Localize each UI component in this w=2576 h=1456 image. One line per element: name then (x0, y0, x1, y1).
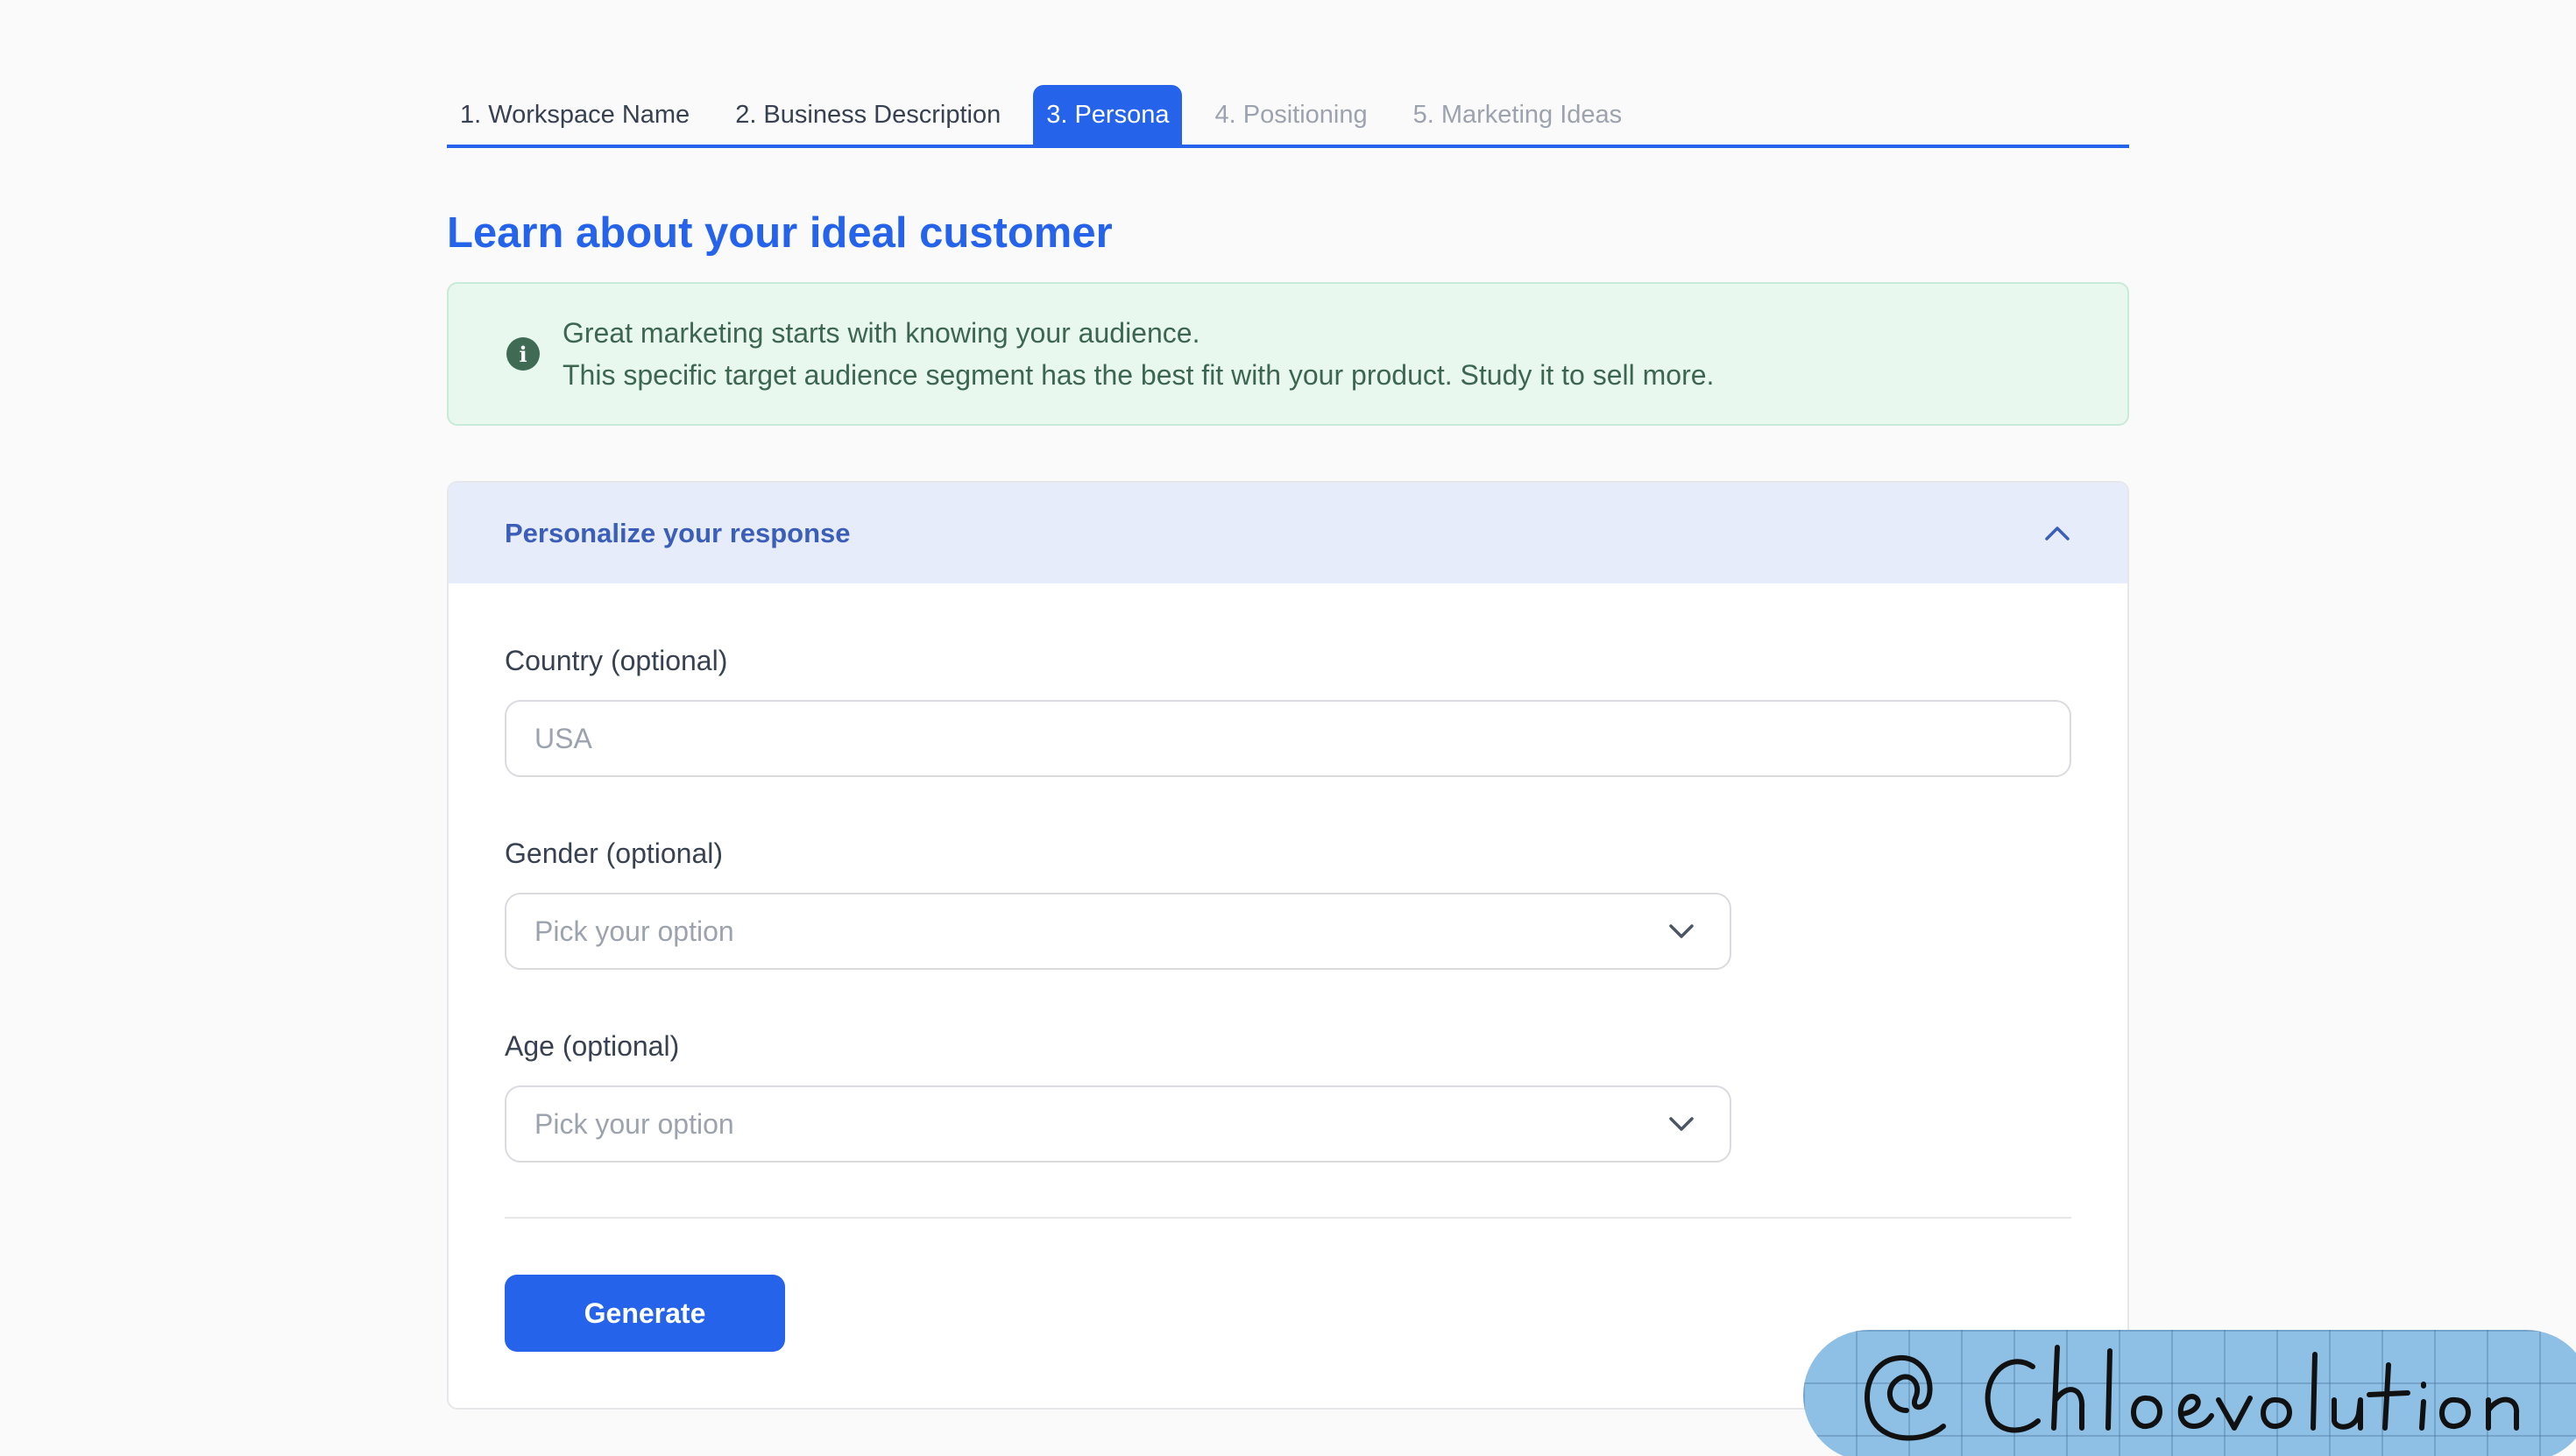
watermark-signature (1803, 1330, 2576, 1456)
chevron-down-icon (1667, 1109, 1696, 1139)
chevron-down-icon (1667, 916, 1696, 946)
personalize-panel: Personalize your response Country (optio… (447, 481, 2129, 1410)
personalize-header[interactable]: Personalize your response (449, 483, 2127, 583)
info-icon: i (506, 337, 540, 371)
tab-persona[interactable]: 3. Persona (1033, 85, 1183, 145)
age-selected-value: Pick your option (534, 1107, 734, 1140)
info-line-1: Great marketing starts with knowing your… (563, 317, 1200, 349)
stepper-tabs: 1. Workspace Name 2. Business Descriptio… (447, 85, 2129, 148)
divider (505, 1217, 2071, 1219)
age-select[interactable]: Pick your option (505, 1085, 1731, 1163)
info-line-2: This specific target audience segment ha… (563, 359, 1715, 391)
country-input[interactable]: USA (505, 700, 2071, 777)
personalize-title: Personalize your response (505, 517, 851, 548)
info-text: Great marketing starts with knowing your… (563, 312, 1714, 396)
gender-label: Gender (optional) (505, 838, 724, 869)
gender-selected-value: Pick your option (534, 915, 734, 947)
age-label: Age (optional) (505, 1030, 680, 1062)
tab-workspace-name[interactable]: 1. Workspace Name (447, 85, 703, 145)
country-placeholder: USA (534, 722, 592, 754)
tab-marketing-ideas[interactable]: 5. Marketing Ideas (1400, 85, 1636, 145)
page-title: Learn about your ideal customer (447, 209, 1113, 257)
gender-select[interactable]: Pick your option (505, 893, 1731, 970)
tab-business-description[interactable]: 2. Business Description (722, 85, 1014, 145)
info-alert: i Great marketing starts with knowing yo… (447, 282, 2129, 426)
tab-positioning[interactable]: 4. Positioning (1201, 85, 1380, 145)
generate-button[interactable]: Generate (505, 1275, 785, 1352)
country-label: Country (optional) (505, 645, 728, 676)
persona-page: 1. Workspace Name 2. Business Descriptio… (0, 0, 2576, 1456)
chevron-up-icon[interactable] (2042, 518, 2073, 549)
